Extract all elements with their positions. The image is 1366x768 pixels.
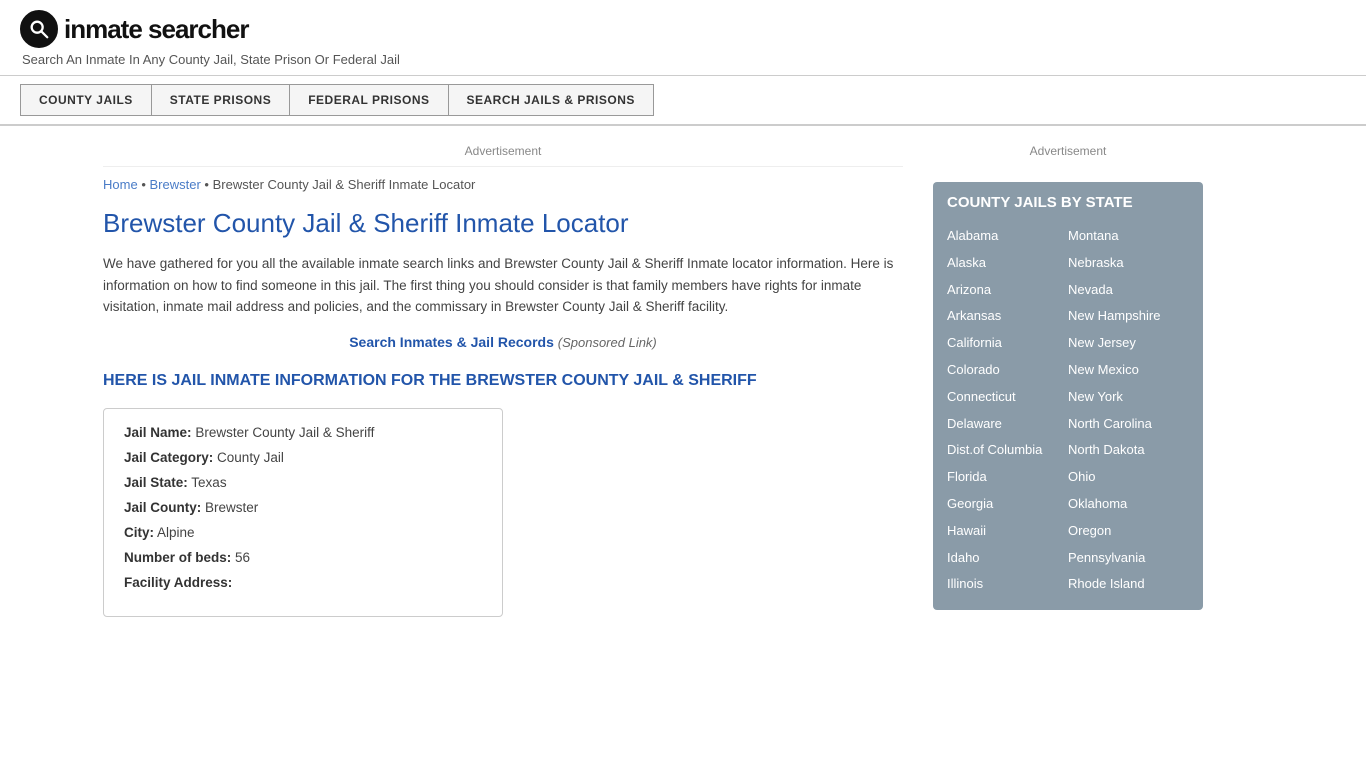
- sidebar: Advertisement COUNTY JAILS BY STATE Alab…: [923, 126, 1223, 637]
- jail-state-row: Jail State: Texas: [124, 475, 482, 490]
- jail-category-label: Jail Category:: [124, 450, 213, 465]
- state-link[interactable]: Delaware: [947, 411, 1068, 438]
- header: inmate searcher Search An Inmate In Any …: [0, 0, 1366, 76]
- jail-info-box: Jail Name: Brewster County Jail & Sherif…: [103, 408, 503, 617]
- state-link[interactable]: Florida: [947, 464, 1068, 491]
- jail-name-value: Brewster County Jail & Sheriff: [195, 425, 374, 440]
- breadcrumb-sep1: •: [141, 177, 149, 192]
- state-link[interactable]: Oregon: [1068, 518, 1189, 545]
- tagline: Search An Inmate In Any County Jail, Sta…: [22, 52, 1346, 67]
- sponsored-link[interactable]: Search Inmates & Jail Records: [349, 334, 554, 350]
- state-link[interactable]: North Carolina: [1068, 411, 1189, 438]
- nav-search-jails[interactable]: SEARCH JAILS & PRISONS: [448, 84, 654, 116]
- jail-category-row: Jail Category: County Jail: [124, 450, 482, 465]
- state-link[interactable]: Nevada: [1068, 277, 1189, 304]
- sponsored-link-area: Search Inmates & Jail Records (Sponsored…: [103, 334, 903, 350]
- logo-text: inmate searcher: [64, 14, 248, 45]
- state-link[interactable]: Nebraska: [1068, 250, 1189, 277]
- state-link[interactable]: New Jersey: [1068, 330, 1189, 357]
- sponsored-note-text: (Sponsored Link): [558, 335, 657, 350]
- ad-bar-top: Advertisement: [103, 136, 903, 167]
- nav-county-jails[interactable]: COUNTY JAILS: [20, 84, 152, 116]
- jail-address-label: Facility Address:: [124, 575, 232, 590]
- state-link[interactable]: Pennsylvania: [1068, 545, 1189, 572]
- jail-beds-row: Number of beds: 56: [124, 550, 482, 565]
- main-layout: Advertisement Home • Brewster • Brewster…: [83, 126, 1283, 637]
- nav-state-prisons[interactable]: STATE PRISONS: [151, 84, 290, 116]
- state-columns: AlabamaAlaskaArizonaArkansasCaliforniaCo…: [947, 223, 1189, 598]
- jail-beds-label: Number of beds:: [124, 550, 231, 565]
- state-link[interactable]: New Mexico: [1068, 357, 1189, 384]
- breadcrumb-home[interactable]: Home: [103, 177, 138, 192]
- description-text: We have gathered for you all the availab…: [103, 253, 903, 318]
- state-link[interactable]: Illinois: [947, 571, 1068, 598]
- state-col-right: MontanaNebraskaNevadaNew HampshireNew Je…: [1068, 223, 1189, 598]
- jail-county-label: Jail County:: [124, 500, 201, 515]
- jail-city-label: City:: [124, 525, 154, 540]
- state-link[interactable]: Dist.of Columbia: [947, 437, 1068, 464]
- jail-state-value: Texas: [191, 475, 226, 490]
- state-link[interactable]: Colorado: [947, 357, 1068, 384]
- breadcrumb-sep2: •: [204, 177, 212, 192]
- sidebar-ad: Advertisement: [933, 136, 1203, 166]
- state-link[interactable]: New Hampshire: [1068, 303, 1189, 330]
- jail-category-value: County Jail: [217, 450, 284, 465]
- logo-icon: [20, 10, 58, 48]
- state-col-left: AlabamaAlaskaArizonaArkansasCaliforniaCo…: [947, 223, 1068, 598]
- state-link[interactable]: Arizona: [947, 277, 1068, 304]
- info-heading: HERE IS JAIL INMATE INFORMATION FOR THE …: [103, 370, 903, 392]
- jail-address-row: Facility Address:: [124, 575, 482, 590]
- state-link[interactable]: Montana: [1068, 223, 1189, 250]
- state-link[interactable]: California: [947, 330, 1068, 357]
- state-link[interactable]: Idaho: [947, 545, 1068, 572]
- state-list-title: COUNTY JAILS BY STATE: [947, 194, 1189, 211]
- breadcrumb-current: Brewster County Jail & Sheriff Inmate Lo…: [213, 177, 476, 192]
- state-link[interactable]: North Dakota: [1068, 437, 1189, 464]
- jail-name-row: Jail Name: Brewster County Jail & Sherif…: [124, 425, 482, 440]
- state-link[interactable]: Alabama: [947, 223, 1068, 250]
- jail-name-label: Jail Name:: [124, 425, 192, 440]
- state-link[interactable]: New York: [1068, 384, 1189, 411]
- state-link[interactable]: Georgia: [947, 491, 1068, 518]
- state-link[interactable]: Connecticut: [947, 384, 1068, 411]
- state-link[interactable]: Oklahoma: [1068, 491, 1189, 518]
- jail-city-row: City: Alpine: [124, 525, 482, 540]
- breadcrumb: Home • Brewster • Brewster County Jail &…: [103, 177, 903, 192]
- jail-city-value: Alpine: [157, 525, 195, 540]
- page-title: Brewster County Jail & Sheriff Inmate Lo…: [103, 208, 903, 239]
- logo-area: inmate searcher: [20, 10, 1346, 48]
- jail-state-label: Jail State:: [124, 475, 188, 490]
- jail-county-value: Brewster: [205, 500, 258, 515]
- state-link[interactable]: Hawaii: [947, 518, 1068, 545]
- state-link[interactable]: Arkansas: [947, 303, 1068, 330]
- state-list-box: COUNTY JAILS BY STATE AlabamaAlaskaArizo…: [933, 182, 1203, 610]
- breadcrumb-brewster[interactable]: Brewster: [150, 177, 201, 192]
- jail-county-row: Jail County: Brewster: [124, 500, 482, 515]
- state-link[interactable]: Alaska: [947, 250, 1068, 277]
- nav-federal-prisons[interactable]: FEDERAL PRISONS: [289, 84, 448, 116]
- jail-beds-value: 56: [235, 550, 250, 565]
- nav-bar: COUNTY JAILS STATE PRISONS FEDERAL PRISO…: [0, 76, 1366, 126]
- state-link[interactable]: Rhode Island: [1068, 571, 1189, 598]
- state-link[interactable]: Ohio: [1068, 464, 1189, 491]
- content-area: Advertisement Home • Brewster • Brewster…: [83, 126, 923, 637]
